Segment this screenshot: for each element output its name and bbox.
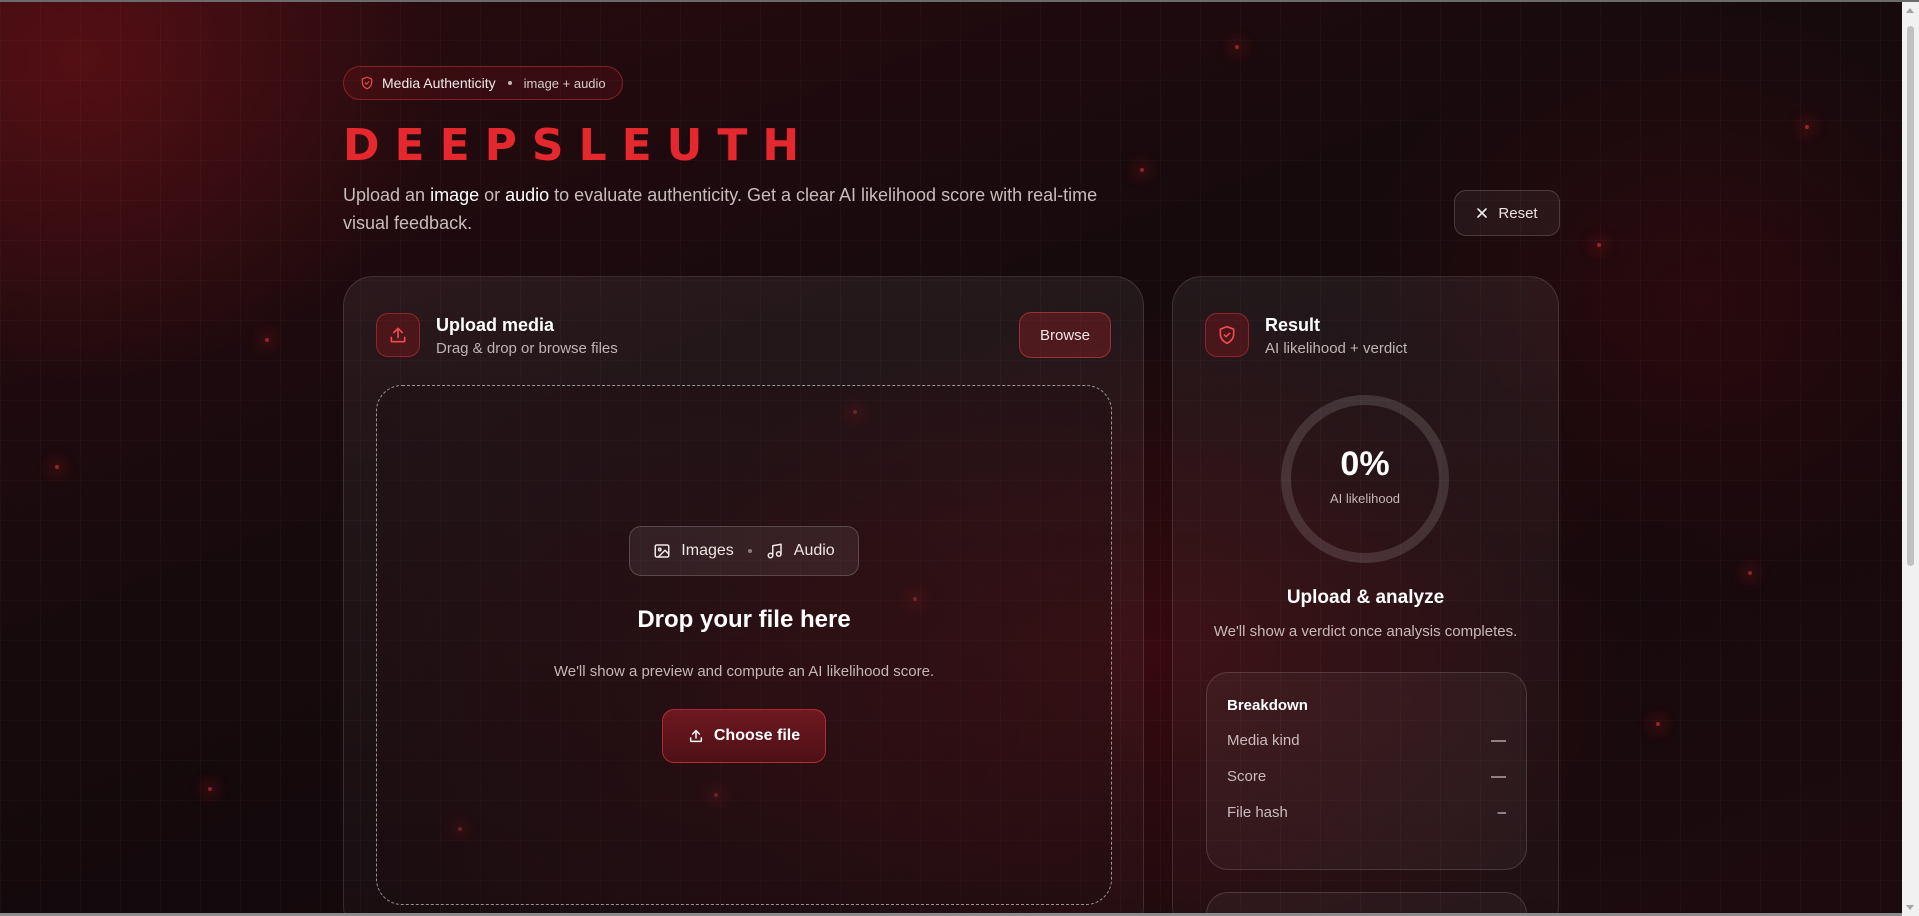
media-authenticity-badge: Media Authenticity image + audio [343,66,623,100]
sparkle-dot [1656,722,1660,726]
reset-button[interactable]: Reset [1454,190,1560,236]
breakdown-title: Breakdown [1227,697,1308,714]
drop-title: Drop your file here [637,606,851,633]
result-card-title: Result [1265,315,1321,335]
upload-icon-box [376,313,420,357]
likelihood-ring: 0% AI likelihood [1279,393,1451,565]
scrollbar-thumb[interactable] [1907,26,1914,566]
reset-label: Reset [1498,204,1538,222]
browse-button[interactable]: Browse [1019,312,1111,358]
image-icon [654,544,670,558]
sparkle-dot [1235,45,1239,49]
sparkle-dot [55,465,59,469]
intro-image: image [430,185,480,205]
page-title: DEEPSLEUTH [343,120,815,171]
sparkle-dot [1805,125,1809,129]
shield-check-icon [1219,325,1235,345]
badge-separator [507,81,512,85]
chip-audio-label: Audio [793,542,835,559]
upload-card-title: Upload media [436,315,555,335]
likelihood-percent: 0% [1340,445,1390,483]
intro-prefix: Upload an [343,185,431,205]
close-icon [1477,208,1488,218]
breakdown-row: Media kind — [1227,732,1506,768]
verdict-subtitle: We'll show a verdict once analysis compl… [1213,623,1518,640]
drop-subtitle: We'll show a preview and compute an AI l… [553,663,935,680]
sparkle-dot [265,338,269,342]
breakdown-value: — [1491,768,1506,785]
badge-label: Media Authenticity [382,75,496,91]
breakdown-label: Score [1227,768,1267,785]
breakdown-label: Media kind [1227,732,1300,749]
breakdown-panel: Breakdown Media kind — Score — File hash… [1206,672,1527,870]
file-dropzone[interactable]: Images Audio Drop your file here We'll s… [376,385,1112,905]
scroll-down-icon[interactable] [1906,905,1914,910]
intro-or: or [479,185,506,205]
breakdown-row: Score — [1227,768,1506,804]
result-card: Result AI likelihood + verdict 0% AI lik… [1172,276,1559,916]
media-types-chip: Images Audio [629,526,859,576]
intro-audio: audio [505,185,550,205]
chip-separator [747,549,752,553]
chip-images-label: Images [681,542,734,559]
result-card-subtitle: AI likelihood + verdict [1265,340,1408,357]
sparkle-dot [208,787,212,791]
sparkle-dot [1748,571,1752,575]
main-page: Media Authenticity image + audio DEEPSLE… [343,66,1560,916]
intro-text: Upload an image or audio to evaluate aut… [343,181,1143,237]
upload-card: Upload media Drag & drop or browse files… [343,276,1144,916]
breakdown-label: File hash [1227,804,1288,821]
shield-icon [361,76,373,90]
upload-icon [689,729,702,743]
scroll-up-icon[interactable] [1906,8,1914,13]
breakdown-row: File hash – [1227,804,1506,840]
breakdown-value: — [1491,732,1506,749]
badge-sub: image + audio [523,75,606,91]
music-icon [767,543,782,559]
upload-card-subtitle: Drag & drop or browse files [436,340,618,357]
vertical-scrollbar[interactable] [1902,2,1919,916]
result-icon-box [1205,313,1249,357]
choose-file-button[interactable]: Choose file [662,709,826,763]
likelihood-label: AI likelihood [1329,491,1401,506]
breakdown-value: – [1497,804,1506,821]
sparkle-dot [1597,243,1601,247]
verdict-title: Upload & analyze [1286,587,1445,608]
upload-icon [390,327,406,343]
choose-file-label: Choose file [713,727,801,744]
window-top-border [0,0,1919,2]
